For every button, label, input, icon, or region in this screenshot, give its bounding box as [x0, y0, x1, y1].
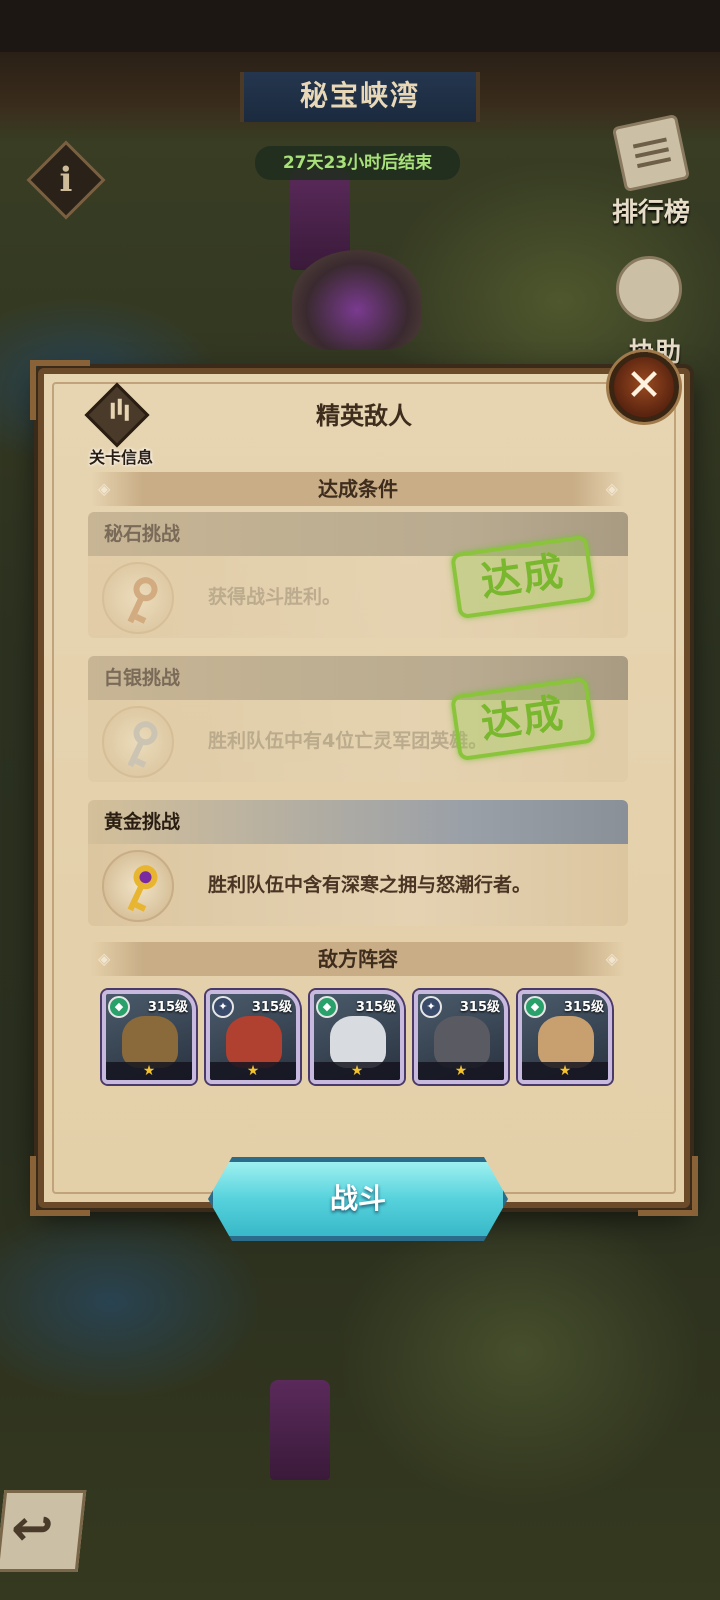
- frame-corner: [638, 1156, 698, 1216]
- hero-portrait: [226, 1016, 282, 1068]
- stage-info-label: 关卡信息: [88, 448, 153, 467]
- frame-corner: [30, 1156, 90, 1216]
- enemy-lineup: ◆ 315级 ★ ✦ 315级 ★ ◆ 315级 ★ ✦ 315级 ★ ◆ 31…: [102, 990, 622, 1086]
- hero-card[interactable]: ✦ 315级 ★: [414, 990, 508, 1084]
- key-slot: [102, 562, 174, 634]
- challenge-desc: 胜利队伍中含有深寒之拥与怒潮行者。: [208, 874, 532, 896]
- conditions-header: 达成条件: [90, 472, 626, 506]
- leaderboard-button[interactable]: 排行榜: [596, 113, 706, 230]
- hero-card[interactable]: ◆ 315级 ★: [102, 990, 196, 1084]
- challenge-desc: 胜利队伍中有4位亡灵军团英雄。: [208, 730, 488, 752]
- hero-level: 315级: [459, 1000, 500, 1015]
- bar-chart-icon: [84, 382, 150, 448]
- enemy-tower-bottom[interactable]: [270, 1380, 330, 1480]
- faction-icon: ✦: [212, 996, 234, 1018]
- leaderboard-label: 排行榜: [611, 198, 690, 228]
- hero-portrait: [122, 1016, 178, 1068]
- challenge-desc: 获得战斗胜利。: [208, 586, 342, 608]
- star-icon: ★: [522, 1062, 608, 1080]
- silver-key-icon: [115, 716, 165, 775]
- hero-portrait: [330, 1016, 386, 1068]
- hero-level: 315级: [563, 1000, 604, 1015]
- map-title: 秘宝峡湾: [240, 72, 480, 122]
- hero-card[interactable]: ◆ 315级 ★: [310, 990, 404, 1084]
- elite-enemy-skull[interactable]: [292, 250, 422, 350]
- elite-enemy-dialog: 精英敌人 关卡信息 ✕ 达成条件 秘石挑战 获得战斗胜利。 达成 白银挑战: [30, 352, 698, 1241]
- key-slot: [102, 706, 174, 778]
- star-icon: ★: [418, 1062, 504, 1080]
- hero-card[interactable]: ✦ 315级 ★: [206, 990, 300, 1084]
- event-timer: 27天23小时后结束: [255, 146, 460, 180]
- bronze-key-icon: [115, 572, 165, 631]
- back-button[interactable]: ↩: [0, 1490, 87, 1572]
- challenge-body: 胜利队伍中含有深寒之拥与怒潮行者。: [88, 844, 628, 926]
- star-icon: ★: [106, 1062, 192, 1080]
- scroll-icon: [611, 113, 691, 193]
- hero-portrait: [538, 1016, 594, 1068]
- hero-card[interactable]: ◆ 315级 ★: [518, 990, 612, 1084]
- status-bar: [0, 0, 720, 52]
- key-slot: [102, 850, 174, 922]
- back-arrow-icon: ↩: [8, 1499, 57, 1557]
- stage-info-button[interactable]: 关卡信息: [78, 382, 164, 472]
- faction-icon: ◆: [316, 996, 338, 1018]
- info-icon: i: [59, 160, 73, 200]
- battle-button[interactable]: 战斗: [208, 1157, 508, 1241]
- hero-level: 315级: [355, 1000, 396, 1015]
- faction-icon: ✦: [420, 996, 442, 1018]
- enemy-lineup-header: 敌方阵容: [90, 942, 626, 976]
- gold-key-icon: [115, 860, 165, 919]
- faction-icon: ◆: [108, 996, 130, 1018]
- hero-portrait: [434, 1016, 490, 1068]
- hero-level: 315级: [251, 1000, 292, 1015]
- handshake-icon: [616, 256, 682, 322]
- star-icon: ★: [210, 1062, 296, 1080]
- assist-button[interactable]: 协助: [600, 256, 710, 368]
- star-icon: ★: [314, 1062, 400, 1080]
- hero-level: 315级: [147, 1000, 188, 1015]
- challenge-name: 黄金挑战: [88, 800, 628, 844]
- close-button[interactable]: ✕: [609, 352, 679, 422]
- challenge-gold: 黄金挑战 胜利队伍中含有深寒之拥与怒潮行者。: [88, 800, 628, 926]
- faction-icon: ◆: [524, 996, 546, 1018]
